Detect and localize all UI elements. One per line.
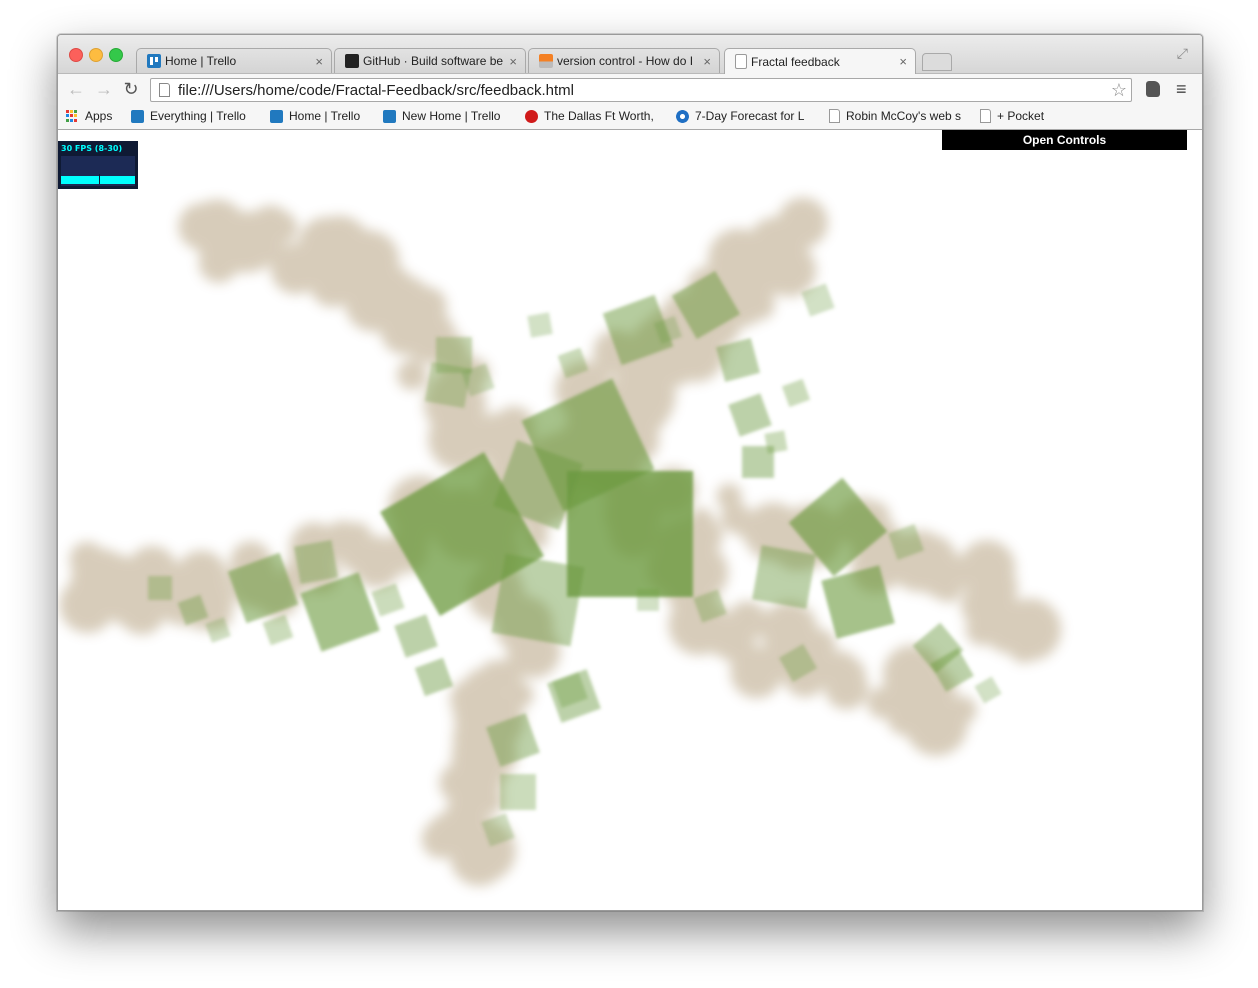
menu-icon[interactable]: ≡ <box>1176 79 1187 100</box>
fractal-haze-blob <box>369 544 396 572</box>
page-icon <box>159 83 170 97</box>
fractal-haze-blob <box>108 559 140 591</box>
fractal-square <box>752 545 816 609</box>
tab-close-icon[interactable]: × <box>899 54 907 69</box>
fractal-haze-blob <box>341 549 363 572</box>
fps-meter[interactable]: 30 FPS (8-30) <box>58 141 138 189</box>
fps-tick <box>99 174 100 184</box>
fractal-haze-blob <box>965 613 998 646</box>
fractal-square <box>491 553 585 647</box>
fractal-square <box>764 430 788 454</box>
tab-close-icon[interactable]: × <box>509 54 517 69</box>
fractal-haze-blob <box>785 205 813 233</box>
fractal-haze-blob <box>833 658 866 691</box>
fractal-square <box>424 361 472 409</box>
trello-icon <box>147 54 161 68</box>
tab-label: Fractal feedback <box>751 54 840 69</box>
bookmark-label: Robin McCoy's web s <box>846 109 961 123</box>
tab-label: GitHub · Build software better <box>363 54 504 68</box>
trello-icon <box>270 109 283 123</box>
bookmark-new-home-trello[interactable]: New Home | Trello <box>383 109 500 123</box>
fractal-square <box>781 378 811 408</box>
bookmark-label: Everything | Trello <box>150 109 246 123</box>
tab-close-icon[interactable]: × <box>315 54 323 69</box>
fractal-square <box>148 576 172 600</box>
fractal-square <box>371 583 405 617</box>
fractal-square <box>500 774 536 810</box>
noaa-icon <box>676 109 689 123</box>
bookmark-label: The Dallas Ft Worth, <box>544 109 654 123</box>
bookmark-home-trello[interactable]: Home | Trello <box>270 109 360 123</box>
bookmark-label: + Pocket <box>997 109 1045 123</box>
title-bar: Home | Trello × GitHub · Build software … <box>58 35 1202 74</box>
fractal-haze-blob <box>84 571 108 594</box>
fractal-haze-blob <box>716 483 742 510</box>
dallas-icon <box>525 109 538 123</box>
reload-icon[interactable]: ↻ <box>121 79 141 100</box>
url-text[interactable]: file:///Users/home/code/Fractal-Feedback… <box>178 82 574 99</box>
trello-icon <box>383 109 396 123</box>
stackoverflow-icon <box>539 54 553 68</box>
bookmark-label: New Home | Trello <box>402 109 501 123</box>
fractal-haze-blob <box>935 577 961 603</box>
bookmark-star-icon[interactable]: ☆ <box>1111 80 1127 101</box>
fps-text: 30 FPS (8-30) <box>61 144 123 153</box>
tab-home-trello[interactable]: Home | Trello × <box>136 48 332 73</box>
fractal-square <box>394 614 438 658</box>
fractal-square <box>637 589 659 611</box>
trello-icon <box>131 109 144 123</box>
fractal-haze-blob <box>178 203 225 250</box>
fractal-square <box>974 676 1002 704</box>
fps-bar <box>61 176 135 184</box>
browser-window: Home | Trello × GitHub · Build software … <box>57 34 1203 911</box>
evernote-extension-icon[interactable] <box>1146 81 1160 97</box>
maximize-window-button[interactable] <box>109 48 123 62</box>
new-tab-button[interactable] <box>922 53 952 71</box>
bookmark-robin-mccoy[interactable]: Robin McCoy's web s <box>829 109 961 123</box>
bookmark-pocket[interactable]: + Pocket <box>980 109 1044 123</box>
forward-icon[interactable]: → <box>94 79 114 100</box>
open-controls-button[interactable]: Open Controls <box>942 130 1187 150</box>
page-icon <box>980 109 991 123</box>
close-window-button[interactable] <box>69 48 83 62</box>
bookmark-7-day-forecast[interactable]: 7-Day Forecast for L <box>676 109 804 123</box>
tab-close-icon[interactable]: × <box>703 54 711 69</box>
minimize-window-button[interactable] <box>89 48 103 62</box>
bookmarks-bar: Apps Everything | Trello Home | Trello N… <box>58 105 1202 130</box>
bookmark-label: Home | Trello <box>289 109 361 123</box>
github-icon <box>345 54 359 68</box>
fractal-haze-blob <box>948 695 977 725</box>
bookmark-label: Apps <box>85 109 113 123</box>
tab-label: version control - How do I <box>557 54 694 68</box>
tab-label: Home | Trello <box>165 54 237 68</box>
fractal-square <box>293 539 339 585</box>
fractal-square <box>728 393 772 437</box>
bookmark-everything-trello[interactable]: Everything | Trello <box>131 109 246 123</box>
fractal-haze-blob <box>291 253 318 281</box>
fractal-haze-blob <box>788 262 814 288</box>
fractal-square <box>262 614 294 646</box>
fractal-canvas[interactable] <box>58 130 1202 910</box>
bookmark-dallas-ft-worth[interactable]: The Dallas Ft Worth, <box>525 109 654 123</box>
tab-fractal-feedback[interactable]: Fractal feedback × <box>724 48 916 74</box>
page-icon <box>735 54 747 69</box>
apps-icon <box>66 109 79 123</box>
fractal-square <box>414 657 454 697</box>
fractal-haze-blob <box>1009 635 1038 664</box>
bookmark-apps[interactable]: Apps <box>66 109 112 123</box>
tab-github[interactable]: GitHub · Build software better × <box>334 48 526 73</box>
fractal-haze-blob <box>329 238 351 260</box>
address-bar[interactable]: file:///Users/home/code/Fractal-Feedback… <box>150 78 1132 102</box>
tab-stackoverflow[interactable]: version control - How do I × <box>528 48 720 73</box>
fps-graph <box>61 156 135 186</box>
fractal-square <box>527 312 553 338</box>
page-icon <box>829 109 840 123</box>
fullscreen-icon[interactable]: ⤢ <box>1177 45 1188 62</box>
fractal-haze-blob <box>396 359 428 391</box>
toolbar: ← → ↻ file:///Users/home/code/Fractal-Fe… <box>58 73 1202 106</box>
bookmark-label: 7-Day Forecast for L <box>695 109 805 123</box>
fractal-haze-blob <box>304 226 327 248</box>
page-content: 30 FPS (8-30) Open Controls <box>58 130 1202 910</box>
back-icon[interactable]: ← <box>66 79 86 100</box>
